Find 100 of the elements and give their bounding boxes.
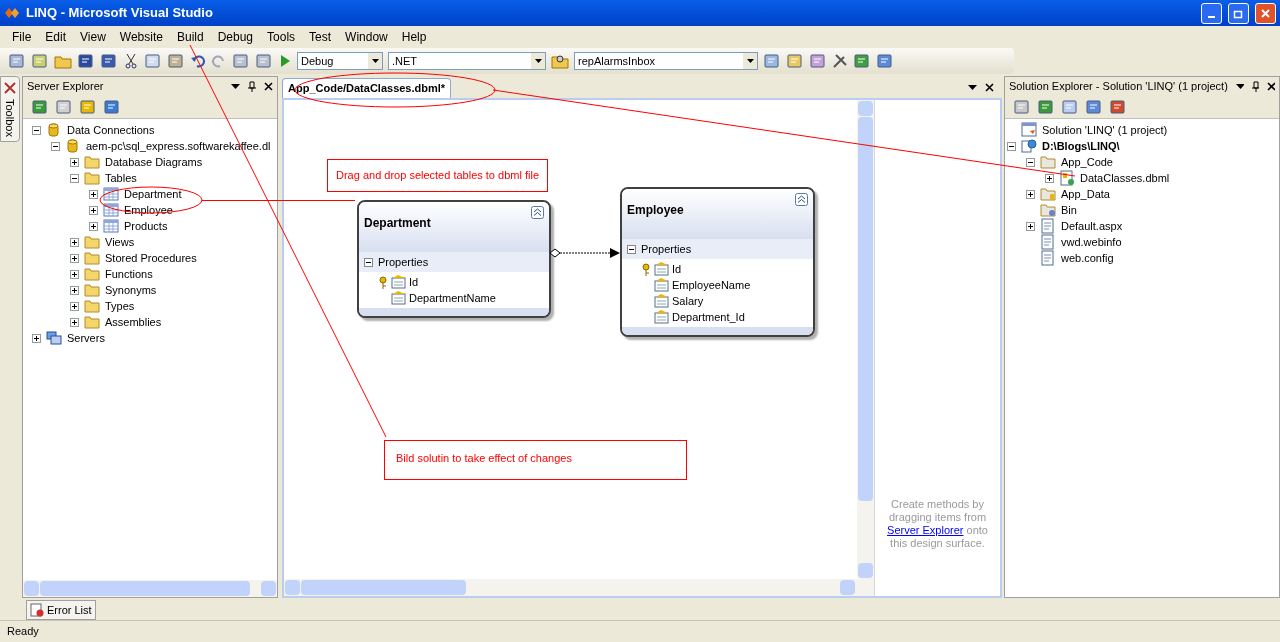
configuration-icon[interactable] — [1109, 97, 1127, 116]
entity-shape[interactable]: Employee Properties Id EmployeeName Salary Department_Id — [620, 187, 815, 337]
save-icon[interactable] — [77, 52, 95, 70]
tree-item[interactable]: Views — [105, 233, 135, 251]
new-project-icon[interactable] — [8, 52, 26, 70]
dropdown-icon[interactable] — [231, 83, 240, 89]
expand-toggle[interactable] — [70, 301, 79, 311]
collapse-toggle[interactable] — [70, 173, 79, 183]
find-in-files-icon[interactable] — [763, 52, 781, 70]
tree-item[interactable]: Data Connections — [67, 121, 155, 139]
collapse-toggle[interactable] — [627, 244, 636, 254]
collapse-toggle[interactable] — [364, 257, 373, 267]
cut-icon[interactable] — [123, 53, 139, 69]
minimize-button[interactable] — [1201, 2, 1222, 24]
object-browser-icon[interactable] — [809, 52, 827, 70]
find-dropdown[interactable]: repAlarmsInbox — [574, 52, 758, 70]
error-list-tab[interactable]: Error List — [26, 600, 96, 620]
configuration-dropdown[interactable]: Debug — [297, 52, 383, 70]
expand-toggle[interactable] — [89, 189, 98, 199]
copy-icon[interactable] — [144, 52, 162, 70]
tree-item[interactable]: App_Data — [1061, 185, 1110, 203]
close-icon[interactable] — [985, 83, 994, 92]
tree-item[interactable]: Servers — [67, 329, 105, 347]
menu-item[interactable]: Website — [112, 28, 170, 46]
expand-toggle[interactable] — [70, 317, 79, 327]
expand-toggle[interactable] — [1026, 221, 1035, 231]
platform-dropdown[interactable]: .NET — [388, 52, 546, 70]
menu-item[interactable]: File — [5, 28, 39, 46]
save-all-icon[interactable] — [100, 52, 118, 70]
dropdown-icon[interactable] — [1235, 83, 1244, 89]
tree-item[interactable]: Synonyms — [105, 281, 157, 299]
server-explorer-link[interactable]: Server Explorer — [887, 524, 964, 536]
add-item-icon[interactable] — [31, 52, 49, 70]
tree-item[interactable]: D:\Blogs\LINQ\ — [1042, 137, 1120, 155]
start-page-icon[interactable] — [853, 52, 871, 70]
tree-item[interactable]: web.config — [1061, 249, 1114, 267]
horizontal-scrollbar[interactable] — [284, 579, 874, 596]
start-icon[interactable] — [278, 54, 292, 68]
entity-shape[interactable]: Department Properties Id DepartmentName — [357, 200, 551, 318]
expand-toggle[interactable] — [32, 333, 41, 343]
collapse-icon[interactable] — [795, 193, 808, 206]
menu-item[interactable]: View — [73, 28, 113, 46]
close-button[interactable] — [1255, 2, 1276, 24]
menu-item[interactable]: Edit — [38, 28, 74, 46]
view-designer-icon[interactable] — [1085, 97, 1103, 116]
menu-item[interactable]: Help — [394, 28, 434, 46]
expand-toggle[interactable] — [89, 221, 98, 231]
horizontal-scrollbar[interactable] — [23, 580, 277, 597]
expand-toggle[interactable] — [1026, 189, 1035, 199]
expand-toggle[interactable] — [70, 157, 79, 167]
pin-icon[interactable] — [1251, 80, 1259, 92]
tree-item[interactable]: Database Diagrams — [105, 153, 203, 171]
undo-icon[interactable] — [190, 53, 206, 69]
expand-toggle[interactable] — [70, 253, 79, 263]
menu-item[interactable]: Test — [302, 28, 339, 46]
close-icon[interactable] — [264, 81, 273, 91]
collapse-toggle[interactable] — [51, 141, 60, 151]
tree-item[interactable]: Products — [124, 217, 168, 235]
tree-item[interactable]: Assemblies — [105, 313, 162, 331]
tree-item[interactable]: Functions — [105, 265, 153, 283]
nest-files-icon[interactable] — [1061, 97, 1079, 116]
tree-item[interactable]: Solution 'LINQ' (1 project) — [1042, 121, 1168, 139]
navigate-backward-icon[interactable] — [232, 52, 250, 70]
properties-icon[interactable] — [786, 52, 804, 70]
connect-server-icon[interactable] — [103, 97, 121, 116]
expand-toggle[interactable] — [70, 285, 79, 295]
paste-icon[interactable] — [167, 52, 185, 70]
find-icon[interactable] — [551, 53, 569, 69]
tools-icon[interactable] — [832, 53, 848, 69]
collapse-toggle[interactable] — [32, 125, 41, 135]
menu-item[interactable]: Build — [169, 28, 211, 46]
tree-item[interactable]: Bin — [1061, 201, 1077, 219]
close-icon[interactable] — [1266, 81, 1275, 91]
dropdown-icon[interactable] — [968, 85, 977, 90]
expand-toggle[interactable] — [70, 237, 79, 247]
tree-item[interactable]: Tables — [105, 169, 137, 187]
restore-button[interactable] — [1228, 2, 1249, 24]
properties-icon[interactable] — [1013, 97, 1031, 116]
open-folder-icon[interactable] — [54, 53, 72, 69]
toolbox-tab[interactable]: Toolbox — [0, 76, 20, 142]
collapse-toggle[interactable] — [1026, 157, 1035, 167]
tree-item[interactable]: DataClasses.dbml — [1080, 169, 1170, 187]
tree-item[interactable]: Default.aspx — [1061, 217, 1123, 235]
refresh-icon[interactable] — [1037, 97, 1055, 116]
menu-item[interactable]: Debug — [210, 28, 261, 46]
refresh-icon[interactable] — [31, 97, 49, 116]
pin-icon[interactable] — [248, 80, 256, 92]
add-connection-icon[interactable] — [79, 97, 97, 116]
expand-toggle[interactable] — [89, 205, 98, 215]
expand-toggle[interactable] — [70, 269, 79, 279]
tree-item[interactable]: Stored Procedures — [105, 249, 197, 267]
tree-item[interactable]: vwd.webinfo — [1061, 233, 1122, 251]
expand-toggle[interactable] — [1045, 173, 1054, 183]
tree-item[interactable]: Types — [105, 297, 135, 315]
menu-item[interactable]: Window — [338, 28, 395, 46]
tree-item[interactable]: App_Code — [1061, 153, 1113, 171]
menu-item[interactable]: Tools — [260, 28, 303, 46]
command-window-icon[interactable] — [876, 52, 894, 70]
collapse-toggle[interactable] — [1007, 141, 1016, 151]
collapse-icon[interactable] — [531, 206, 544, 219]
